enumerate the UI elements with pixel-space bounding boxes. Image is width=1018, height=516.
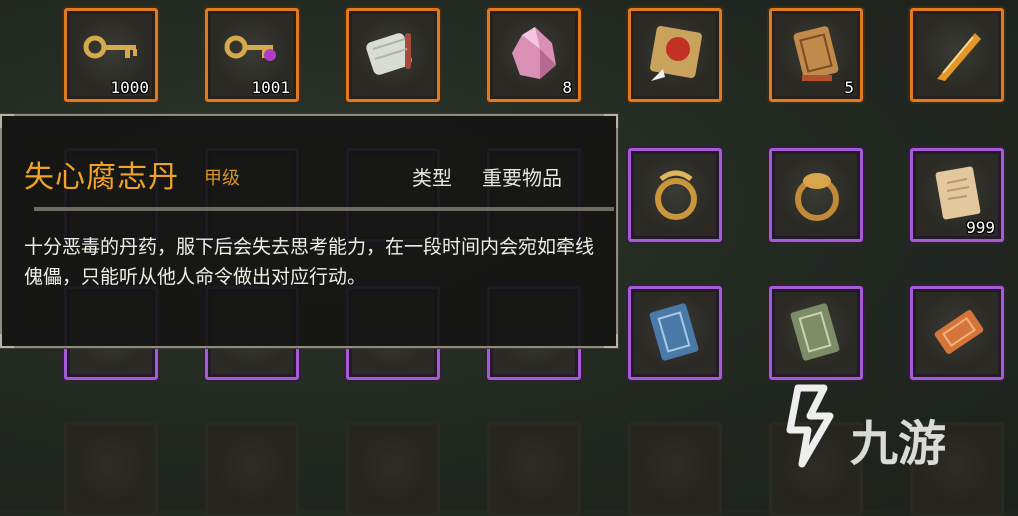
inventory-slot-empty[interactable] [628,422,722,516]
inventory-slot[interactable]: 1001 [205,8,299,102]
item-tooltip: 失心腐志丹 甲级 类型 重要物品 十分恶毒的丹药，服下后会失去思考能力，在一段时… [0,113,619,349]
inventory-slot[interactable] [628,286,722,380]
item-description: 十分恶毒的丹药，服下后会失去思考能力，在一段时间内会宛如牵线傀儡，只能听从他人命… [24,236,595,288]
blue-book-icon [649,303,699,361]
item-name: 失心腐志丹 [24,160,179,195]
slot-background [355,431,431,507]
watermark-text: 九游 [850,416,947,472]
inventory-slot[interactable] [346,8,440,102]
item-count: 8 [562,78,572,97]
inventory-slot[interactable] [910,286,1004,380]
item-count: 1001 [251,78,290,97]
feather-brush-icon [937,33,981,81]
item-count: 1000 [110,78,149,97]
slot-background [637,431,713,507]
tooltip-corner [604,114,618,128]
ornate-ring-icon [795,173,839,221]
inventory-slot-empty[interactable] [205,422,299,516]
inventory-slot[interactable]: 999 [910,148,1004,242]
pink-crystal-icon [512,27,556,79]
item-type-label: 类型 [412,166,452,190]
tooltip-divider [34,207,614,211]
inventory-slot[interactable]: 8 [487,8,581,102]
inventory-slot-empty[interactable] [487,422,581,516]
tooltip-corner [0,334,14,348]
slot-background [73,431,149,507]
inventory-slot-empty[interactable] [346,422,440,516]
talisman-icon [793,26,839,81]
tooltip-corner [0,114,14,128]
orange-token-icon [934,310,984,354]
green-book-icon [790,303,840,361]
inventory-slot[interactable] [628,148,722,242]
inventory-slot[interactable]: 1000 [64,8,158,102]
gold-ring-icon [655,170,697,220]
inventory-slot[interactable] [910,8,1004,102]
inventory-slot[interactable]: 5 [769,8,863,102]
item-grade: 甲级 [204,168,240,189]
slot-background [496,431,572,507]
item-type-value: 重要物品 [482,166,562,190]
item-count: 999 [966,218,995,237]
compass-map-icon [649,25,703,81]
item-count: 5 [844,78,854,97]
scroll-bundle-icon [366,33,412,75]
inventory-slot[interactable] [769,286,863,380]
inventory-slot[interactable] [628,8,722,102]
inventory-slot-empty[interactable] [64,422,158,516]
inventory-slot[interactable] [769,148,863,242]
slot-background [214,431,290,507]
tooltip-corner [604,334,618,348]
